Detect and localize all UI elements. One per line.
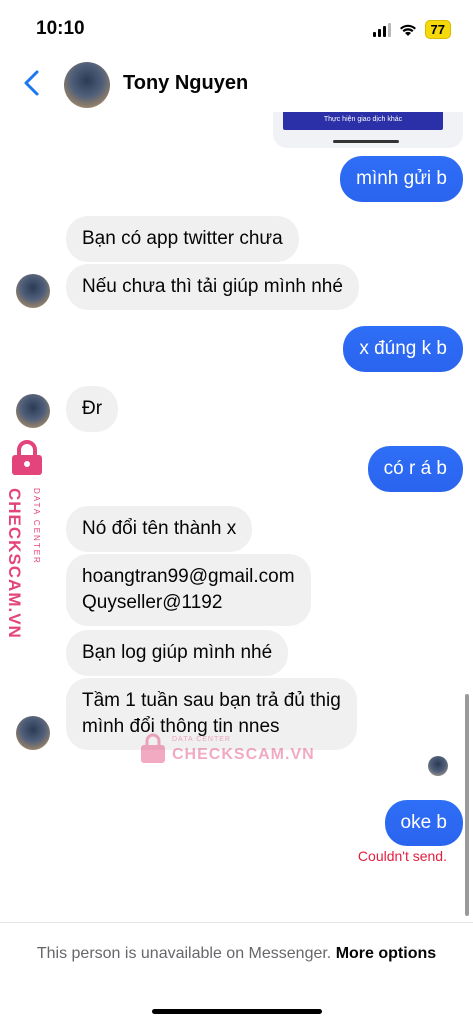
- message-line: Tầm 1 tuần sau bạn trả đủ thig: [82, 690, 341, 711]
- message-bubble-out[interactable]: mình gửi b: [340, 156, 463, 202]
- read-receipt-avatar: [428, 756, 448, 776]
- message-bubble-in[interactable]: Đr: [66, 386, 119, 432]
- message-bubble-out[interactable]: có r á b: [367, 446, 463, 492]
- chevron-left-icon[interactable]: [18, 68, 48, 98]
- message-bubble-in[interactable]: Bạn log giúp mình nhé: [66, 630, 289, 676]
- message-bubble-in[interactable]: Nó đổi tên thành x: [66, 506, 253, 552]
- home-indicator[interactable]: [152, 1009, 322, 1014]
- composer-unavailable-footer: This person is unavailable on Messenger.…: [0, 922, 473, 1024]
- watermark-center: DATA CENTER CHECKSCAM.VN: [140, 732, 320, 772]
- contact-name[interactable]: Tony Nguyen: [123, 72, 248, 95]
- signal-icon: [372, 22, 391, 37]
- message-bubble-out[interactable]: oke b: [384, 800, 463, 846]
- message-bubble-in[interactable]: Nếu chưa thì tải giúp mình nhé: [66, 264, 359, 310]
- lock-icon: [12, 440, 42, 475]
- message-bubble-in[interactable]: Bạn có app twitter chưa: [66, 216, 299, 262]
- unavailable-text: This person is unavailable on Messenger.: [36, 945, 332, 962]
- lock-icon: [141, 733, 165, 763]
- watermark-sub: DATA CENTER: [32, 488, 41, 565]
- watermark-brand: CHECKSCAM.VN: [5, 488, 24, 639]
- wifi-icon: [399, 24, 416, 36]
- message-bubble-in[interactable]: hoangtran99@gmail.com Quyseller@1192: [66, 554, 311, 626]
- status-bar: 10:10 77: [0, 0, 473, 56]
- message-list[interactable]: Thực hiện giao dịch khác mình gửi b Bạn …: [0, 112, 473, 922]
- watermark-brand: CHECKSCAM.VN: [172, 746, 315, 763]
- avatar: [16, 716, 50, 750]
- battery-indicator: 77: [424, 20, 451, 39]
- avatar[interactable]: [64, 62, 110, 108]
- message-line: hoangtran99@gmail.com: [82, 566, 295, 587]
- chat-header: Tony Nguyen: [0, 56, 473, 112]
- avatar: [16, 394, 50, 428]
- watermark-sub: DATA CENTER: [172, 736, 231, 743]
- avatar: [16, 274, 50, 308]
- unavailable-notice: This person is unavailable on Messenger.…: [20, 943, 453, 964]
- watermark-vertical: CHECKSCAM.VN DATA CENTER: [4, 440, 52, 640]
- send-error-text[interactable]: Couldn't send.: [358, 848, 447, 864]
- status-icons: 77: [372, 20, 451, 39]
- more-options-link[interactable]: More options: [336, 945, 436, 962]
- scrollbar[interactable]: [465, 694, 469, 916]
- shared-image-card[interactable]: Thực hiện giao dịch khác: [273, 112, 463, 148]
- shared-image-button-text: Thực hiện giao dịch khác: [283, 112, 443, 130]
- shared-image-divider: [333, 140, 399, 143]
- message-line: Quyseller@1192: [82, 592, 223, 613]
- status-time: 10:10: [36, 18, 85, 39]
- message-bubble-out[interactable]: x đúng k b: [343, 326, 463, 372]
